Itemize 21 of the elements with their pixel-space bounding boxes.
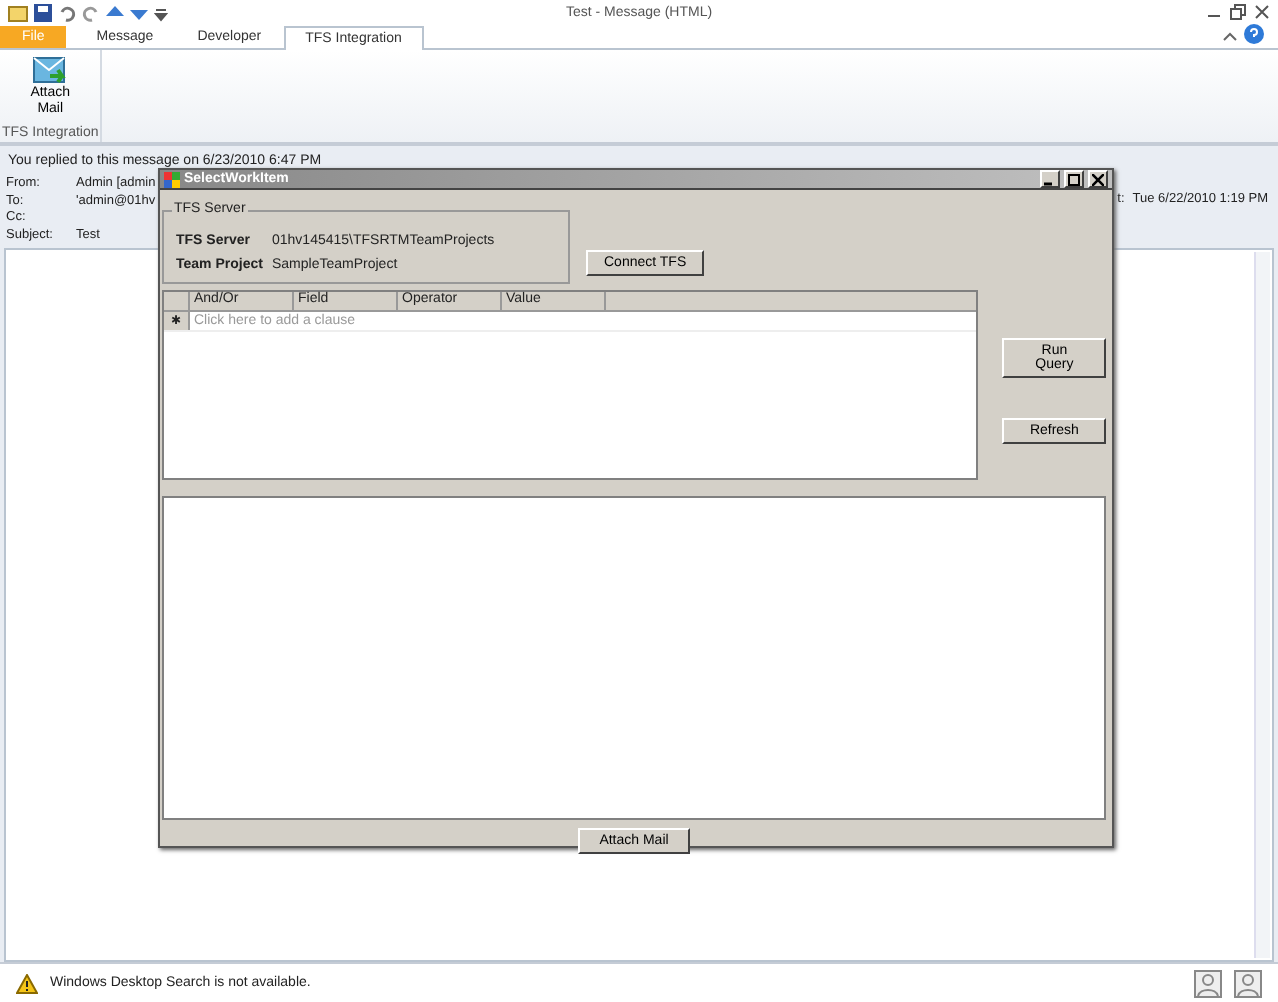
- collapse-icon[interactable]: [1222, 28, 1238, 44]
- maximize-icon: [1068, 173, 1080, 185]
- close-button[interactable]: [1088, 170, 1108, 188]
- close-icon: [1092, 173, 1104, 185]
- mail-icon[interactable]: [8, 3, 28, 21]
- restore-icon[interactable]: [1230, 4, 1246, 20]
- undo-icon[interactable]: [58, 3, 76, 21]
- app-icon: [164, 171, 180, 187]
- minimize-button[interactable]: [1040, 170, 1060, 188]
- person-icon[interactable]: [1234, 969, 1262, 997]
- save-icon[interactable]: [34, 3, 52, 21]
- warning-icon: [16, 973, 38, 993]
- person-icon[interactable]: [1194, 969, 1222, 997]
- customize-icon[interactable]: [154, 3, 168, 21]
- up-arrow-icon[interactable]: [106, 3, 124, 21]
- help-icon[interactable]: [1244, 24, 1264, 44]
- scrollbar[interactable]: [1254, 252, 1270, 958]
- close-icon[interactable]: [1254, 4, 1270, 20]
- mail-attach-icon: [32, 54, 69, 86]
- maximize-button[interactable]: [1064, 170, 1084, 188]
- redo-icon[interactable]: [82, 3, 100, 21]
